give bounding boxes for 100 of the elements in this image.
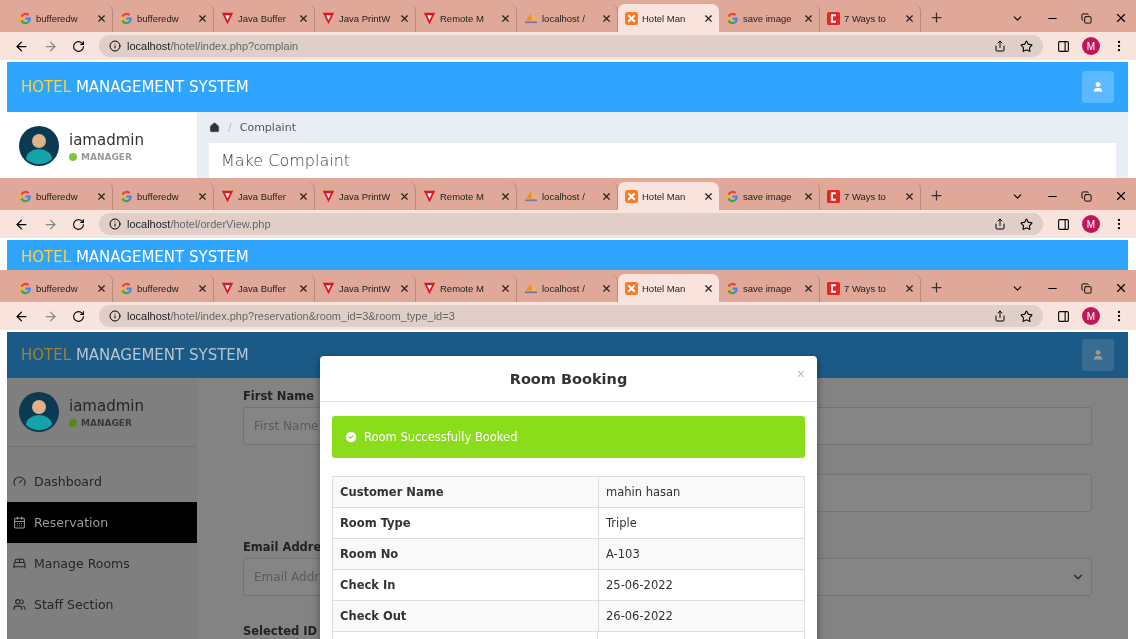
user-name: iamadmin bbox=[69, 130, 144, 149]
tab-title: localhost / bbox=[542, 190, 586, 202]
restore-icon[interactable] bbox=[1081, 190, 1092, 202]
close-icon[interactable] bbox=[601, 190, 612, 202]
close-icon[interactable] bbox=[703, 12, 714, 24]
reload-icon[interactable] bbox=[72, 39, 85, 53]
user-avatar-icon bbox=[19, 392, 59, 432]
triangle-logo-icon bbox=[423, 11, 436, 25]
restore-icon[interactable] bbox=[1081, 12, 1092, 24]
side-panel-icon[interactable] bbox=[1057, 39, 1070, 53]
close-icon[interactable] bbox=[197, 282, 208, 294]
forward-icon[interactable] bbox=[43, 38, 58, 54]
close-icon[interactable] bbox=[904, 282, 915, 294]
close-icon[interactable] bbox=[298, 12, 309, 24]
star-icon[interactable] bbox=[1020, 309, 1033, 323]
close-icon[interactable] bbox=[500, 282, 511, 294]
triangle-logo-icon bbox=[221, 281, 234, 295]
new-tab-icon[interactable] bbox=[929, 280, 944, 295]
close-icon[interactable] bbox=[904, 190, 915, 202]
tab-title: 7 Ways to bbox=[844, 12, 887, 24]
share-icon[interactable] bbox=[994, 310, 1006, 322]
browser-tab[interactable]: Hotel Man bbox=[618, 274, 719, 302]
back-icon[interactable] bbox=[14, 38, 29, 54]
table-cell: A-103 bbox=[598, 539, 804, 569]
close-icon[interactable] bbox=[399, 12, 410, 24]
close-icon[interactable] bbox=[1114, 281, 1128, 295]
new-tab-icon[interactable] bbox=[929, 10, 944, 25]
browser-tab[interactable]: Hotel Man bbox=[618, 182, 719, 210]
tab-title: bufferedw bbox=[36, 12, 79, 24]
reload-icon[interactable] bbox=[72, 217, 85, 231]
close-icon[interactable] bbox=[96, 12, 107, 24]
close-icon[interactable] bbox=[96, 190, 107, 202]
close-icon[interactable] bbox=[399, 282, 410, 294]
address-bar[interactable]: localhost/hotel/index.php?reservation&room_id=3&room_type_id=3 bbox=[99, 305, 1043, 327]
tab-title: save image bbox=[743, 282, 793, 294]
star-icon[interactable] bbox=[1020, 39, 1033, 53]
restore-icon[interactable] bbox=[1081, 282, 1092, 294]
nav-item[interactable]: Manage Rooms bbox=[7, 543, 197, 584]
close-icon[interactable] bbox=[904, 12, 915, 24]
close-icon[interactable] bbox=[601, 282, 612, 294]
tab-title: Java Buffer bbox=[238, 12, 287, 24]
browser-tab[interactable]: Hotel Man bbox=[618, 4, 719, 32]
panel-title: Make Complaint bbox=[221, 151, 351, 170]
close-icon[interactable] bbox=[298, 190, 309, 202]
close-icon[interactable] bbox=[399, 190, 410, 202]
user-role: MANAGER bbox=[81, 417, 132, 428]
nav-item[interactable]: Staff Section bbox=[7, 584, 197, 625]
nav-item[interactable]: Reservation bbox=[7, 502, 197, 543]
calendar-icon bbox=[13, 516, 26, 529]
back-icon[interactable] bbox=[14, 216, 29, 232]
tab-title: bufferedw bbox=[137, 282, 180, 294]
alert-text: Room Successfully Booked bbox=[364, 430, 518, 444]
close-icon[interactable] bbox=[803, 12, 814, 24]
close-icon[interactable] bbox=[803, 190, 814, 202]
close-icon[interactable] bbox=[197, 190, 208, 202]
info-icon[interactable] bbox=[109, 40, 121, 52]
sail-logo-icon bbox=[524, 282, 538, 294]
table-cell: 25-06-2022 bbox=[598, 570, 804, 600]
address-bar[interactable]: localhost/hotel/index.php?complain bbox=[99, 35, 1043, 57]
side-panel-icon[interactable] bbox=[1057, 217, 1070, 231]
close-icon[interactable] bbox=[803, 282, 814, 294]
user-name: iamadmin bbox=[69, 396, 144, 415]
info-icon[interactable] bbox=[109, 218, 121, 230]
forward-icon[interactable] bbox=[43, 308, 58, 324]
address-bar[interactable]: localhost/hotel/orderView.php bbox=[99, 213, 1043, 235]
close-icon[interactable] bbox=[703, 282, 714, 294]
tab-title: Java Buffer bbox=[238, 282, 287, 294]
info-icon[interactable] bbox=[109, 310, 121, 322]
tab-title: Java Buffer bbox=[238, 190, 287, 202]
star-icon[interactable] bbox=[1020, 217, 1033, 231]
new-tab-icon[interactable] bbox=[929, 188, 944, 203]
home-icon[interactable] bbox=[209, 122, 220, 133]
triangle-logo-icon bbox=[221, 189, 234, 203]
close-icon[interactable] bbox=[500, 190, 511, 202]
profile-avatar[interactable]: M bbox=[1082, 215, 1100, 233]
close-icon[interactable] bbox=[703, 190, 714, 202]
profile-avatar[interactable]: M bbox=[1082, 307, 1100, 325]
back-icon[interactable] bbox=[14, 308, 29, 324]
close-icon[interactable] bbox=[500, 12, 511, 24]
users-icon bbox=[13, 598, 26, 611]
table-cell-text: Customer Name bbox=[339, 484, 445, 501]
gauge-icon bbox=[13, 475, 26, 488]
profile-avatar[interactable]: M bbox=[1082, 37, 1100, 55]
forward-icon[interactable] bbox=[43, 216, 58, 232]
side-panel-icon[interactable] bbox=[1057, 309, 1070, 323]
close-icon[interactable] bbox=[601, 12, 612, 24]
google-icon bbox=[19, 281, 32, 295]
close-icon[interactable] bbox=[1114, 11, 1128, 25]
share-icon[interactable] bbox=[994, 40, 1006, 52]
close-icon[interactable] bbox=[96, 282, 107, 294]
share-icon[interactable] bbox=[994, 218, 1006, 230]
nav-item[interactable]: Dashboard bbox=[7, 461, 197, 502]
close-icon[interactable] bbox=[298, 282, 309, 294]
close-icon[interactable] bbox=[197, 12, 208, 24]
brand-title: HOTEL MANAGEMENT SYSTEM bbox=[21, 346, 249, 364]
close-icon[interactable] bbox=[1114, 189, 1128, 203]
reload-icon[interactable] bbox=[72, 309, 85, 323]
google-icon bbox=[726, 281, 739, 295]
table-cell-text: Check Out bbox=[339, 608, 408, 625]
tab-title: bufferedw bbox=[36, 190, 79, 202]
